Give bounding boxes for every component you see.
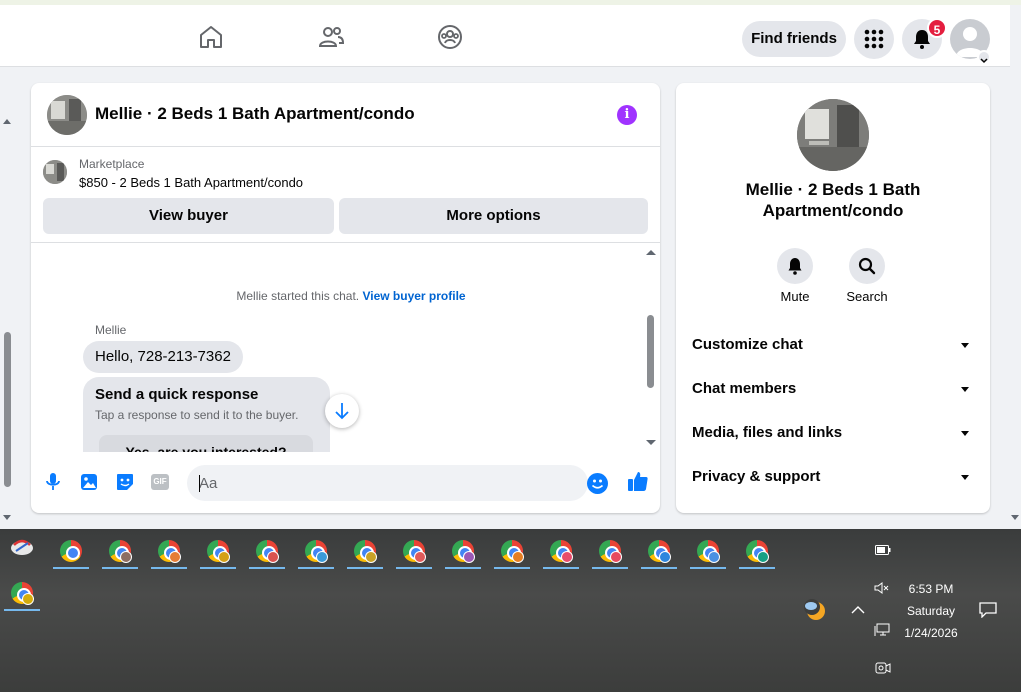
privacy-support-section[interactable]: Privacy & support (692, 468, 974, 490)
mute-label: Mute (780, 289, 810, 304)
chat-title[interactable]: Mellie · 2 Beds 1 Bath Apartment/condo (95, 104, 415, 124)
chrome-profile-icon[interactable] (296, 531, 336, 569)
quick-response-card: Send a quick response Tap a response to … (83, 377, 330, 452)
view-buyer-profile-link[interactable]: View buyer profile (362, 289, 465, 303)
search-action[interactable]: Search (832, 248, 902, 304)
customize-chat-section[interactable]: Customize chat (692, 336, 974, 358)
chrome-profile-icon[interactable] (394, 531, 434, 569)
show-hidden-icons-chevron-icon[interactable] (851, 603, 865, 618)
chrome-profile-icon[interactable] (541, 531, 581, 569)
chat-panel: Mellie · 2 Beds 1 Bath Apartment/condo i… (31, 83, 660, 513)
chrome-profile-icon[interactable] (688, 531, 728, 569)
more-options-button[interactable]: More options (339, 198, 648, 234)
clock-date[interactable]: 1/24/2026 (900, 626, 962, 640)
section-label: Chat members (692, 380, 797, 397)
gif-icon[interactable]: GIF (151, 474, 169, 490)
chat-info-panel: Mellie · 2 Beds 1 Bath Apartment/condo M… (676, 83, 990, 513)
sender-name: Mellie (95, 323, 127, 337)
chevron-down-icon (961, 387, 969, 392)
chat-members-section[interactable]: Chat members (692, 380, 974, 402)
chevron-down-icon (961, 431, 969, 436)
network-icon[interactable] (874, 623, 890, 640)
volume-muted-icon[interactable] (874, 582, 890, 597)
account-chevron-icon[interactable] (977, 50, 991, 64)
clock-time[interactable]: 6:53 PM (900, 582, 962, 596)
sticker-icon[interactable] (115, 472, 135, 492)
search-icon[interactable] (849, 248, 885, 284)
view-buyer-button[interactable]: View buyer (43, 198, 334, 234)
clock-day[interactable]: Saturday (900, 604, 962, 618)
message-input[interactable] (187, 465, 588, 501)
message-list[interactable]: Mellie started this chat. View buyer pro… (31, 244, 660, 452)
quick-reply-button[interactable]: Yes, are you interested? (99, 435, 313, 452)
marketplace-label: Marketplace (79, 157, 145, 171)
marketplace-listing-bar: Marketplace $850 - 2 Beds 1 Bath Apartme… (31, 147, 660, 243)
page-scrollbar-right[interactable] (1008, 67, 1021, 527)
listing-photo[interactable] (797, 99, 869, 171)
section-label: Media, files and links (692, 424, 843, 441)
chrome-profile-icon[interactable] (198, 531, 238, 569)
pinned-app-icon[interactable] (2, 531, 42, 569)
media-files-links-section[interactable]: Media, files and links (692, 424, 974, 446)
listing-thumbnail[interactable] (47, 95, 87, 135)
chevron-down-icon (961, 475, 969, 480)
thumbs-up-icon[interactable] (627, 470, 649, 492)
scrollbar-thumb[interactable] (647, 315, 654, 388)
chrome-profile-icon[interactable] (2, 573, 42, 611)
chat-start-note: Mellie started this chat. View buyer pro… (31, 289, 660, 303)
chrome-profile-icon[interactable] (639, 531, 679, 569)
chrome-profile-icon[interactable] (492, 531, 532, 569)
menu-grid-icon[interactable] (854, 19, 894, 59)
scroll-up-arrow-icon[interactable] (3, 119, 11, 124)
battery-icon[interactable] (875, 543, 891, 558)
camera-privacy-icon[interactable] (875, 661, 891, 678)
chrome-profile-icon[interactable] (149, 531, 189, 569)
friends-icon[interactable] (317, 23, 345, 51)
scrollbar-thumb[interactable] (4, 332, 11, 487)
section-label: Privacy & support (692, 468, 821, 485)
chrome-window-icon[interactable] (51, 531, 91, 569)
message-composer: GIF (31, 460, 660, 506)
chat-header: Mellie · 2 Beds 1 Bath Apartment/condo i (31, 83, 660, 147)
scroll-down-arrow-icon[interactable] (646, 440, 656, 445)
info-panel-title: Mellie · 2 Beds 1 Bath Apartment/condo (745, 180, 921, 220)
find-friends-button[interactable]: Find friends (742, 21, 846, 57)
info-icon[interactable]: i (617, 105, 637, 125)
listing-small-thumbnail (43, 160, 67, 184)
scroll-to-bottom-button[interactable] (325, 394, 359, 428)
text-caret (199, 475, 200, 492)
chrome-profile-icon[interactable] (100, 531, 140, 569)
windows-taskbar: 6:53 PM Saturday 1/24/2026 (0, 529, 1021, 692)
arrow-down-icon (335, 403, 349, 420)
microphone-icon[interactable] (43, 472, 63, 492)
weather-moon-icon[interactable] (802, 597, 828, 626)
notification-count-badge: 5 (927, 18, 947, 38)
bell-icon[interactable] (777, 248, 813, 284)
chrome-profile-icon[interactable] (247, 531, 287, 569)
chrome-profile-icon[interactable] (737, 531, 777, 569)
quick-response-subtitle: Tap a response to send it to the buyer. (95, 408, 299, 422)
photo-icon[interactable] (79, 472, 99, 492)
groups-icon[interactable] (436, 23, 464, 51)
listing-price-title[interactable]: $850 - 2 Beds 1 Bath Apartment/condo (79, 175, 303, 190)
message-scrollbar[interactable] (643, 244, 659, 452)
home-icon[interactable] (197, 23, 225, 51)
top-navigation-bar: Find friends 5 (0, 5, 1010, 67)
chevron-down-icon (961, 343, 969, 348)
chat-start-text: Mellie started this chat. (236, 289, 360, 303)
mute-action[interactable]: Mute (760, 248, 830, 304)
scroll-down-arrow-icon[interactable] (3, 515, 11, 520)
scroll-up-arrow-icon[interactable] (646, 250, 656, 255)
chrome-profile-icon[interactable] (443, 531, 483, 569)
scroll-down-arrow-icon[interactable] (1011, 515, 1019, 520)
page-scrollbar-left[interactable] (0, 67, 14, 527)
emoji-icon[interactable] (587, 473, 608, 494)
chrome-profile-icon[interactable] (345, 531, 385, 569)
section-label: Customize chat (692, 336, 803, 353)
search-label: Search (846, 289, 888, 304)
message-bubble[interactable]: Hello, 728-213-7362 (83, 341, 243, 373)
chrome-profile-icon[interactable] (590, 531, 630, 569)
notification-center-icon[interactable] (979, 602, 997, 621)
quick-response-title: Send a quick response (95, 386, 259, 403)
